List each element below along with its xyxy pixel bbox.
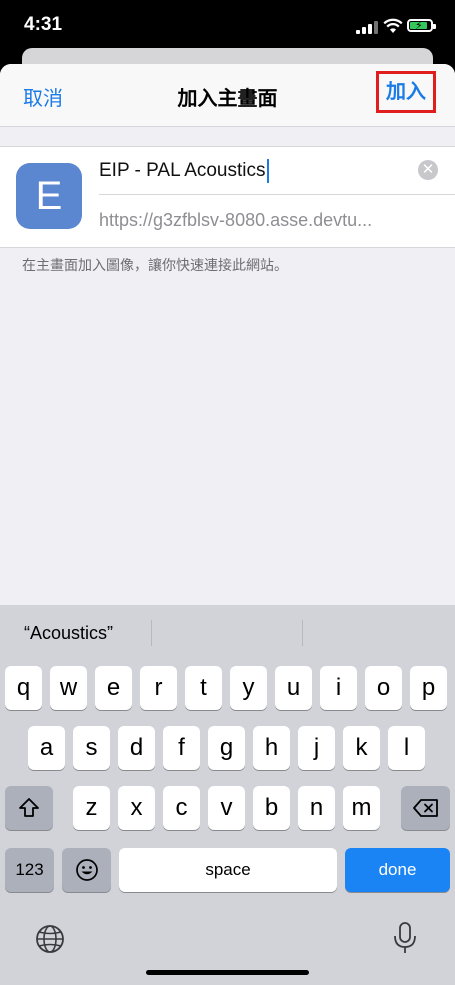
key-o[interactable]: o [365, 666, 402, 710]
key-e[interactable]: e [95, 666, 132, 710]
status-time: 4:31 [24, 14, 63, 35]
url-field: https://g3zfblsv-8080.asse.devtu... [99, 210, 373, 230]
key-b[interactable]: b [253, 786, 290, 830]
key-y[interactable]: y [230, 666, 267, 710]
suggestion-bar: “Acoustics” [0, 605, 455, 661]
wifi-icon [383, 18, 403, 33]
key-r[interactable]: r [140, 666, 177, 710]
key-f[interactable]: f [163, 726, 200, 770]
keyboard: “Acoustics” q w e r t y u i o p a s d f … [0, 605, 455, 985]
bookmark-card: E EIP - PAL Acoustics ✕ https://g3zfblsv… [0, 146, 455, 248]
done-key[interactable]: done [345, 848, 450, 892]
key-t[interactable]: t [185, 666, 222, 710]
suggestion-item[interactable]: “Acoustics” [24, 623, 113, 644]
globe-icon[interactable] [34, 923, 66, 955]
name-field[interactable]: EIP - PAL Acoustics [99, 157, 439, 193]
add-button[interactable]: 加入 [376, 71, 436, 113]
key-m[interactable]: m [343, 786, 380, 830]
key-w[interactable]: w [50, 666, 87, 710]
clear-text-icon[interactable]: ✕ [418, 160, 438, 180]
key-n[interactable]: n [298, 786, 335, 830]
numbers-key[interactable]: 123 [5, 848, 54, 892]
key-j[interactable]: j [298, 726, 335, 770]
nav-bar: 取消 加入主畫面 加入 [0, 64, 455, 127]
home-indicator [146, 970, 309, 975]
space-key[interactable]: space [119, 848, 337, 892]
key-l[interactable]: l [388, 726, 425, 770]
key-z[interactable]: z [73, 786, 110, 830]
key-k[interactable]: k [343, 726, 380, 770]
shift-key[interactable] [5, 786, 53, 830]
suggestion-divider [151, 620, 152, 646]
emoji-key[interactable] [62, 848, 111, 892]
key-s[interactable]: s [73, 726, 110, 770]
microphone-icon[interactable] [392, 921, 418, 955]
key-p[interactable]: p [410, 666, 447, 710]
field-divider [99, 194, 455, 195]
key-c[interactable]: c [163, 786, 200, 830]
battery-charging-icon: ⚡ [407, 19, 436, 32]
suggestion-divider [302, 620, 303, 646]
app-icon: E [16, 163, 82, 229]
key-u[interactable]: u [275, 666, 312, 710]
key-d[interactable]: d [118, 726, 155, 770]
key-q[interactable]: q [5, 666, 42, 710]
emoji-icon [75, 859, 98, 881]
cellular-signal-icon [356, 20, 378, 34]
key-h[interactable]: h [253, 726, 290, 770]
key-x[interactable]: x [118, 786, 155, 830]
backspace-icon [412, 799, 438, 817]
text-caret [266, 158, 269, 183]
key-g[interactable]: g [208, 726, 245, 770]
delete-key[interactable] [401, 786, 450, 830]
shift-icon [19, 798, 39, 817]
hint-text: 在主畫面加入圖像，讓你快速連接此網站。 [22, 257, 288, 273]
status-bar: 4:31 ⚡ [0, 0, 455, 50]
key-v[interactable]: v [208, 786, 245, 830]
key-i[interactable]: i [320, 666, 357, 710]
key-a[interactable]: a [28, 726, 65, 770]
name-value: EIP - PAL Acoustics [99, 160, 266, 181]
